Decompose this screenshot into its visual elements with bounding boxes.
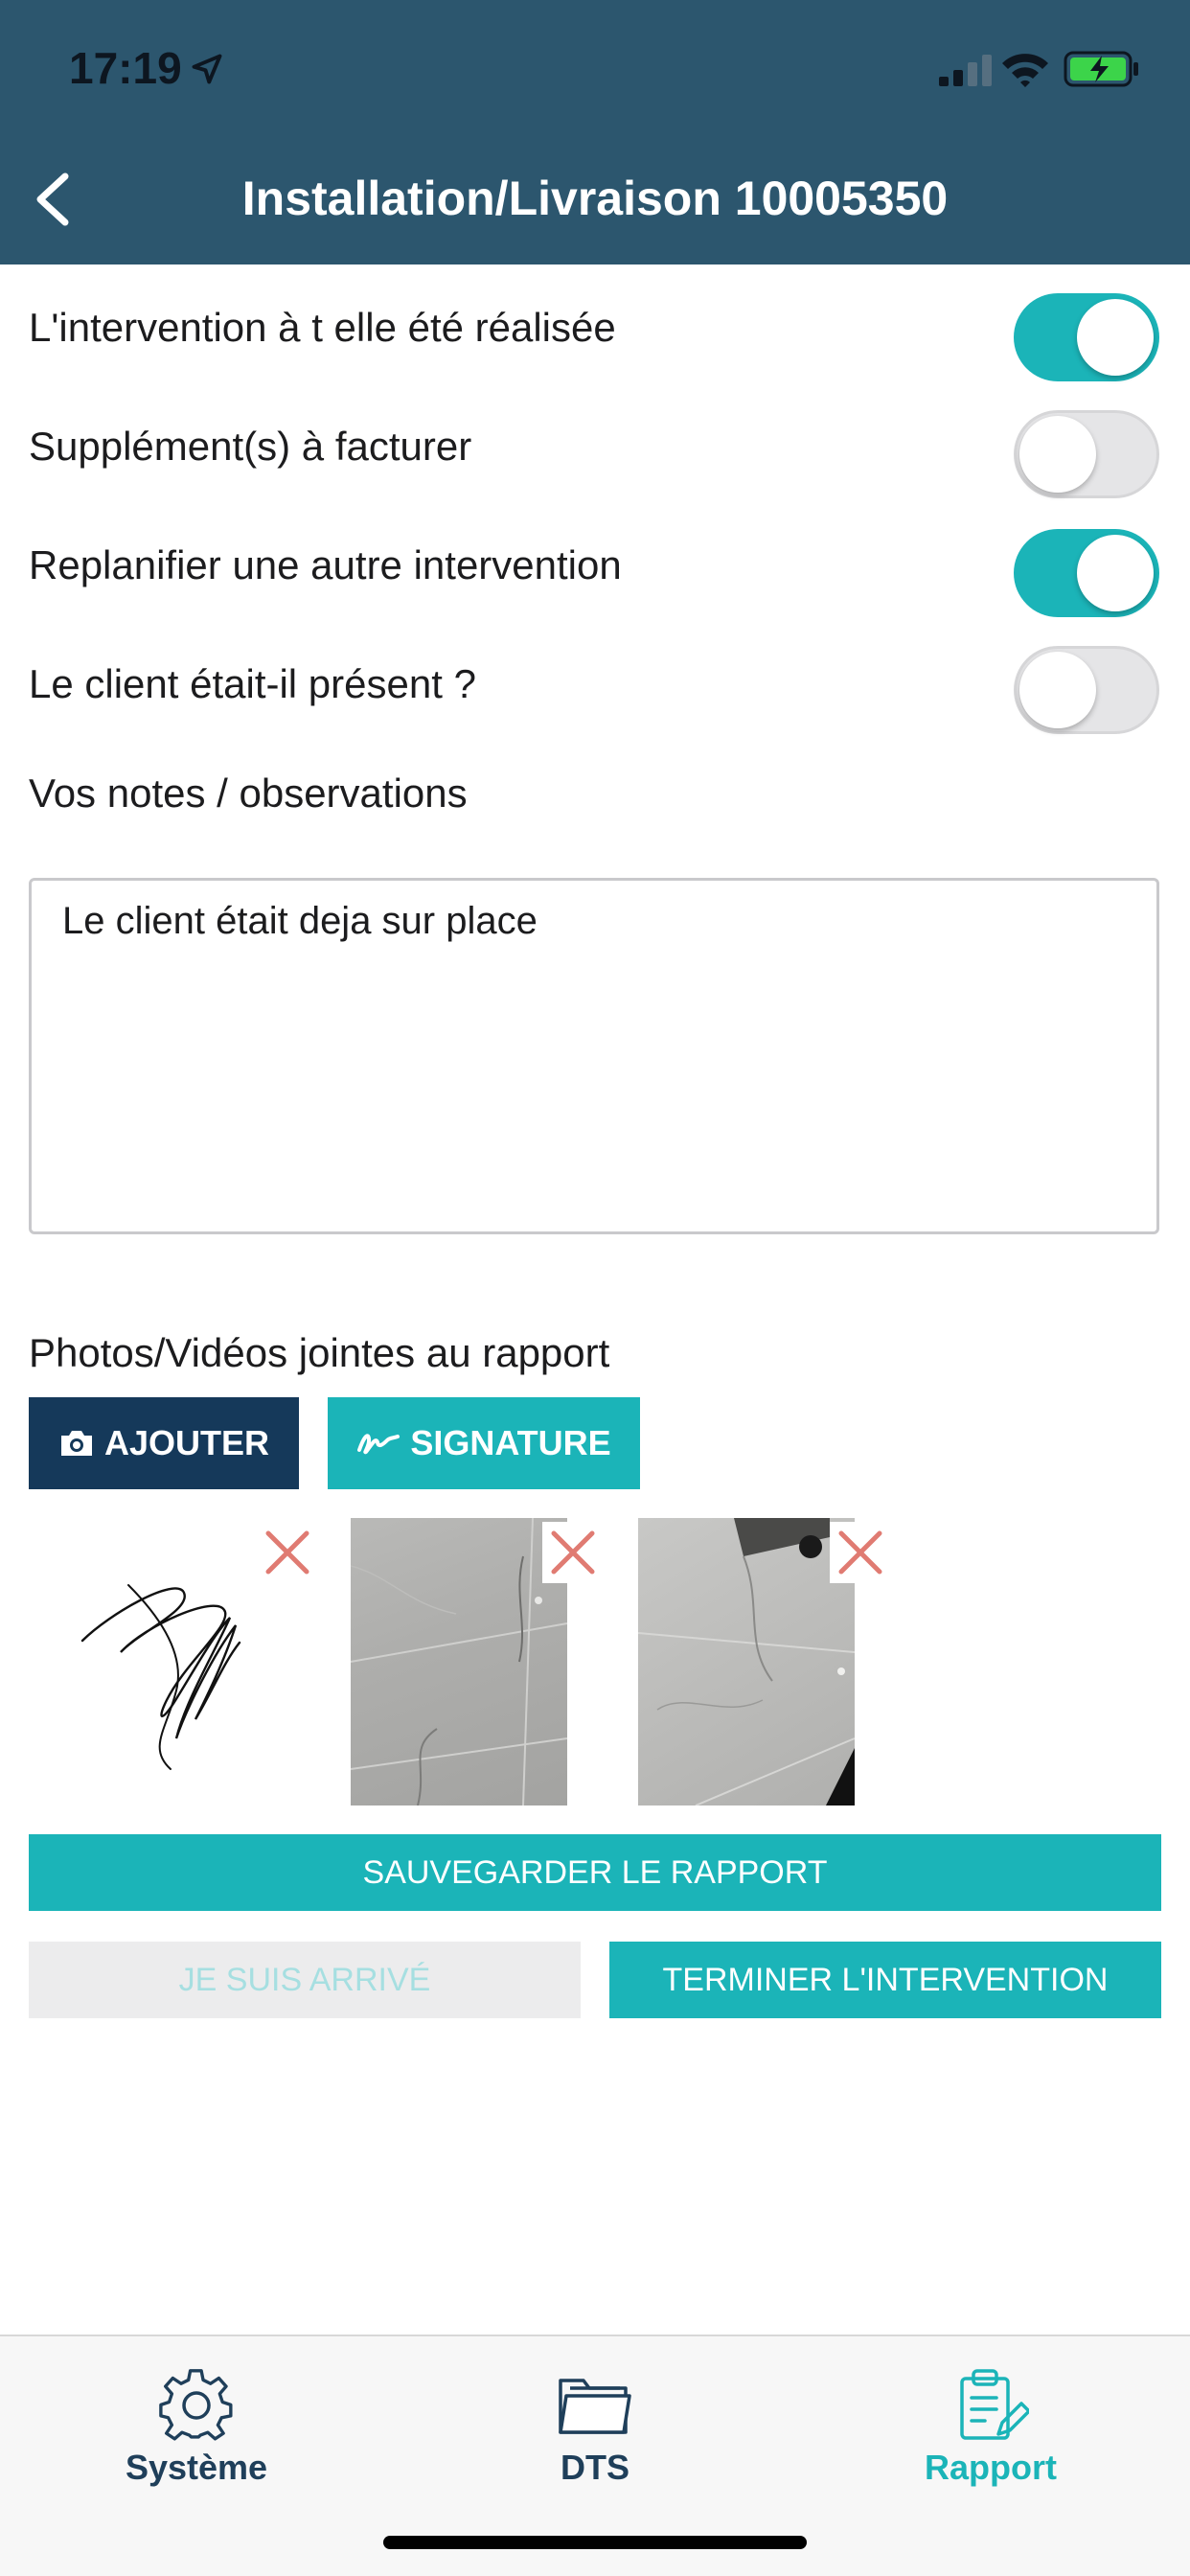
attachment-thumbnail[interactable]: [71, 1518, 287, 1806]
toggle-label-supplement: Supplément(s) à facturer: [29, 424, 472, 469]
toggle-label-client-present: Le client était-il présent ?: [29, 661, 476, 706]
notes-textarea[interactable]: Le client était deja sur place: [29, 878, 1159, 1234]
battery-charging-icon: [1064, 51, 1138, 87]
delete-icon[interactable]: [830, 1522, 891, 1583]
save-report-button[interactable]: SAUVEGARDER LE RAPPORT: [29, 1834, 1161, 1911]
toggle-realisee[interactable]: [1014, 293, 1159, 381]
toggle-label-replanifier: Replanifier une autre intervention: [29, 542, 622, 587]
clipboard-edit-icon: [960, 2369, 1029, 2440]
toggle-client-present[interactable]: [1014, 646, 1159, 734]
add-photo-button[interactable]: AJOUTER: [29, 1397, 299, 1489]
camera-icon: [60, 1431, 92, 1456]
toggle-label-realisee: L'intervention à t elle été réalisée: [29, 305, 616, 350]
cellular-signal-icon: [939, 55, 992, 86]
folder-icon: [559, 2379, 631, 2434]
page-title: Installation/Livraison 10005350: [241, 172, 949, 225]
wifi-icon: [1002, 54, 1048, 87]
finish-intervention-button[interactable]: TERMINER L'INTERVENTION: [609, 1942, 1161, 2018]
attachments-label: Photos/Vidéos jointes au rapport: [29, 1330, 610, 1375]
marble-floor-photo: [351, 1518, 567, 1806]
signature-label: SIGNATURE: [410, 1423, 611, 1462]
gear-icon: [159, 2369, 233, 2441]
tab-label: Rapport: [925, 2448, 1057, 2487]
toggle-knob: [1077, 299, 1154, 376]
signature-button[interactable]: SIGNATURE: [328, 1397, 640, 1489]
toggle-knob: [1077, 535, 1154, 611]
tab-dts[interactable]: DTS: [451, 2336, 739, 2499]
toggle-knob: [1019, 416, 1096, 493]
attachment-thumbnail[interactable]: [638, 1518, 855, 1806]
toggle-replanifier[interactable]: [1014, 529, 1159, 617]
delete-icon[interactable]: [542, 1522, 604, 1583]
delete-icon[interactable]: [257, 1522, 318, 1583]
add-photo-label: AJOUTER: [103, 1423, 270, 1462]
app-header: 17:19 Installation/Livraison 10005350: [0, 0, 1190, 264]
tab-rapport[interactable]: Rapport: [847, 2336, 1134, 2499]
signature-image: [80, 1584, 241, 1770]
tab-label: Système: [125, 2448, 268, 2487]
attachment-thumbnail[interactable]: [351, 1518, 567, 1806]
tab-systeme[interactable]: Système: [53, 2336, 340, 2499]
toggle-supplement[interactable]: [1014, 410, 1159, 498]
location-arrow-icon: [192, 54, 222, 84]
home-indicator: [383, 2536, 807, 2549]
notes-value: Le client était deja sur place: [62, 900, 538, 942]
tab-label: DTS: [561, 2448, 629, 2487]
marble-floor-photo: [638, 1518, 855, 1806]
arrived-button: JE SUIS ARRIVÉ: [29, 1942, 581, 2018]
toggle-knob: [1019, 652, 1096, 728]
notes-label: Vos notes / observations: [29, 770, 468, 816]
signature-icon: [357, 1434, 400, 1455]
status-time: 17:19: [69, 43, 182, 93]
